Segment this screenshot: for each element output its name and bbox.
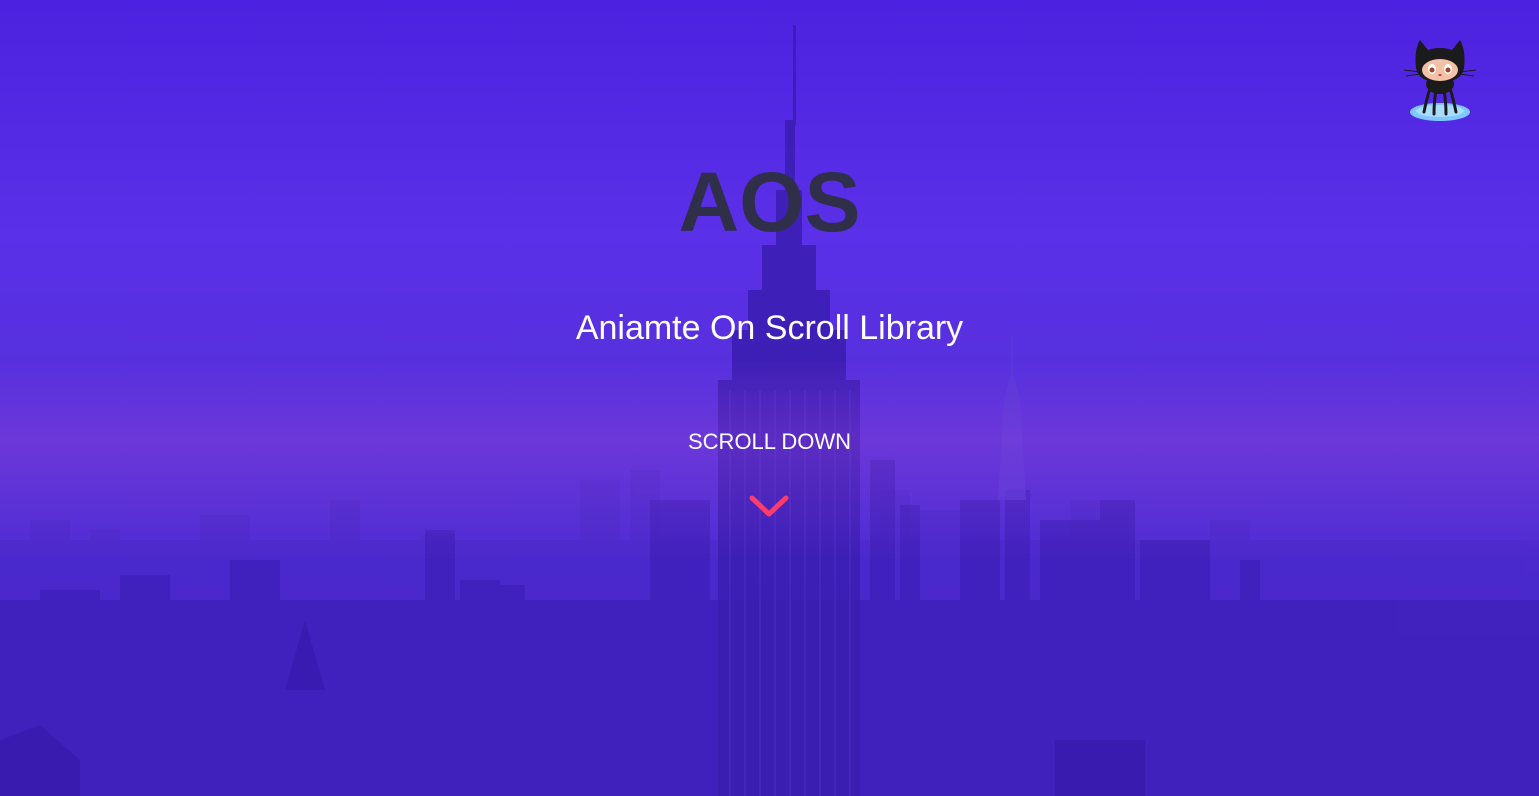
octocat-icon[interactable] xyxy=(1402,32,1478,124)
page-subtitle: Aniamte On Scroll Library xyxy=(575,309,964,347)
chevron-down-icon[interactable] xyxy=(748,492,790,522)
page-title: AOS xyxy=(678,155,861,249)
horizon-haze xyxy=(0,360,1539,560)
hero-section: AOS Aniamte On Scroll Library SCROLL DOW… xyxy=(0,0,1539,796)
scroll-down-link[interactable]: SCROLL DOWN xyxy=(0,428,1539,456)
